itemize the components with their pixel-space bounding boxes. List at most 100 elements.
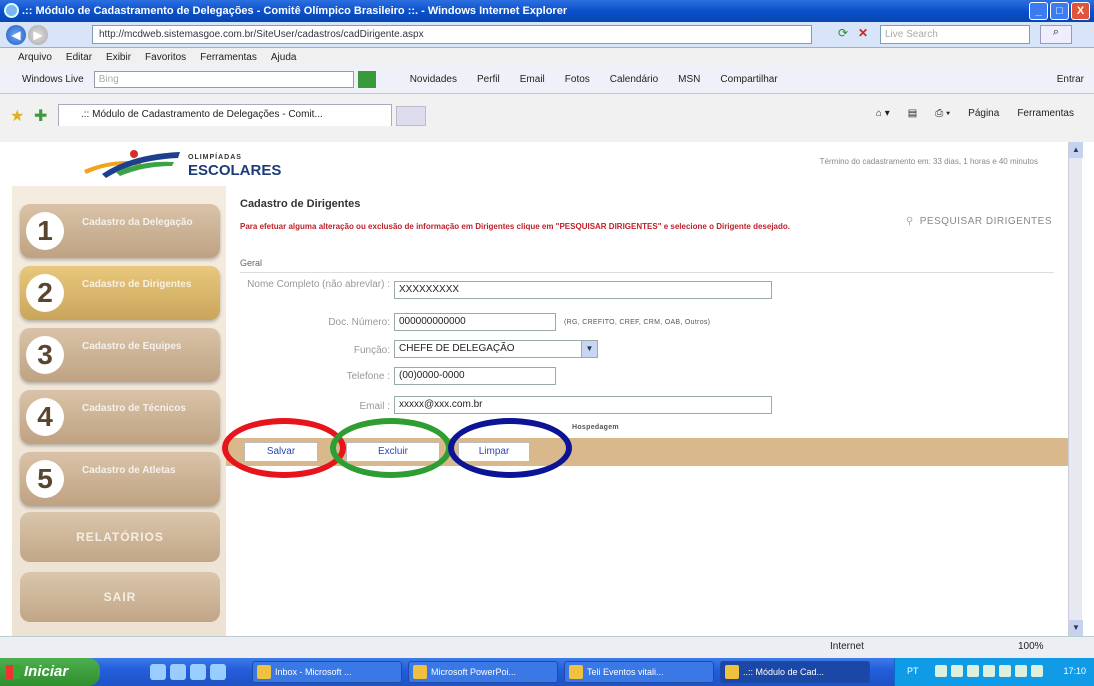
step-1-delegacao[interactable]: 1 Cadastro da Delegação (20, 204, 220, 258)
web-page: OLIMPÍADAS ESCOLARES Término do cadastra… (12, 142, 1083, 636)
doc-label: Doc. Número: (328, 317, 390, 328)
language-indicator[interactable]: PT (907, 666, 919, 676)
funcao-value: CHEFE DE DELEGAÇÃO (399, 343, 515, 354)
tray-icons (935, 665, 1043, 677)
section-geral: Geral (240, 258, 263, 268)
step-3-equipes[interactable]: 3 Cadastro de Equipes (20, 328, 220, 382)
scroll-down-icon[interactable]: ▼ (1069, 620, 1083, 636)
start-button[interactable]: Iniciar (0, 658, 100, 686)
email-label: Email : (359, 401, 390, 412)
print-icon[interactable]: ⎙ ▾ (935, 108, 950, 119)
command-bar: ⌂ ▾ ▤ ⎙ ▾ Página Ferramentas (876, 108, 1074, 119)
window-controls: _ □ X (1029, 2, 1090, 20)
vertical-scrollbar[interactable]: ▲ ▼ (1068, 142, 1083, 636)
live-fotos[interactable]: Fotos (565, 74, 590, 85)
tray-icon[interactable] (999, 665, 1011, 677)
close-button[interactable]: X (1071, 2, 1090, 20)
forward-icon[interactable]: ▶ (28, 24, 48, 45)
zoom-level[interactable]: 100% (1018, 641, 1044, 652)
telefone-input[interactable]: (00)0000-0000 (394, 367, 556, 385)
magnifier-icon: ⚲ (905, 216, 914, 227)
step-label: Cadastro da Delegação (82, 217, 193, 228)
internet-zone: Internet (830, 641, 864, 652)
olimpiadas-logo (84, 150, 180, 178)
media-icon[interactable] (190, 664, 206, 680)
page-menu[interactable]: Página (968, 108, 999, 119)
windows-flag-icon (6, 665, 20, 679)
back-icon[interactable]: ◀ (6, 24, 26, 45)
step-number: 5 (26, 460, 64, 498)
tabs-bar: ★ ✚ .:: Módulo de Cadastramento de Deleg… (0, 94, 1094, 142)
sair-button[interactable]: SAIR (20, 572, 220, 622)
favorites-star-icon[interactable]: ★ (10, 106, 24, 126)
chevron-down-icon: ▼ (581, 341, 597, 357)
status-bar: Internet 100% (0, 636, 1094, 658)
step-4-tecnicos[interactable]: 4 Cadastro de Técnicos (20, 390, 220, 444)
tools-menu[interactable]: Ferramentas (1017, 108, 1074, 119)
tray-icon[interactable] (967, 665, 979, 677)
logo-small-text: OLIMPÍADAS (188, 154, 242, 161)
delete-highlight-circle (330, 418, 452, 478)
menu-ajuda[interactable]: Ajuda (271, 52, 297, 63)
stop-icon[interactable]: ✕ (858, 26, 874, 42)
tray-icon[interactable] (1015, 665, 1027, 677)
refresh-icon[interactable]: ⟳ (838, 26, 854, 42)
task-modulo[interactable]: ..:: Módulo de Cad... (720, 661, 870, 683)
scroll-up-icon[interactable]: ▲ (1069, 142, 1083, 158)
funcao-select[interactable]: CHEFE DE DELEGAÇÃO ▼ (394, 340, 598, 358)
search-icon[interactable]: ⌕ (1040, 25, 1072, 44)
menu-editar[interactable]: Editar (66, 52, 92, 63)
email-field[interactable]: xxxxx@xxx.com.br (394, 396, 772, 414)
save-highlight-circle (222, 418, 346, 478)
form-content: Cadastro de Dirigentes Para efetuar algu… (222, 186, 1068, 636)
step-2-dirigentes[interactable]: 2 Cadastro de Dirigentes (20, 266, 220, 320)
logo-big-text: ESCOLARES (188, 162, 282, 179)
hospedagem-label: Hospedagem (572, 424, 619, 431)
live-email[interactable]: Email (520, 74, 545, 85)
window-title: .:: Módulo de Cadastramento de Delegaçõe… (22, 5, 568, 17)
entrar-link[interactable]: Entrar (1057, 74, 1084, 85)
windows-live-label[interactable]: Windows Live (22, 74, 84, 85)
task-label: Teli Eventos vitali... (587, 667, 664, 677)
relatorios-button[interactable]: RELATÓRIOS (20, 512, 220, 562)
add-favorite-icon[interactable]: ✚ (34, 106, 47, 126)
menu-exibir[interactable]: Exibir (106, 52, 131, 63)
clear-highlight-circle (448, 418, 572, 478)
tray-icon[interactable] (951, 665, 963, 677)
feed-icon[interactable]: ▤ (908, 108, 917, 119)
outlook-icon[interactable] (210, 664, 226, 680)
search-dirigentes-label: PESQUISAR DIRIGENTES (919, 216, 1052, 227)
doc-input[interactable]: 000000000000 (394, 313, 556, 331)
task-eventos[interactable]: Teli Eventos vitali... (564, 661, 714, 683)
tray-icon[interactable] (1031, 665, 1043, 677)
task-powerpoint[interactable]: Microsoft PowerPoi... (408, 661, 558, 683)
step-number: 4 (26, 398, 64, 436)
tray-icon[interactable] (983, 665, 995, 677)
live-perfil[interactable]: Perfil (477, 74, 500, 85)
address-input[interactable]: http://mcdweb.sistemasgoe.com.br/SiteUse… (92, 25, 812, 44)
task-label: Inbox - Microsoft ... (275, 667, 352, 677)
task-inbox[interactable]: Inbox - Microsoft ... (252, 661, 402, 683)
step-5-atletas[interactable]: 5 Cadastro de Atletas (20, 452, 220, 506)
menu-favoritos[interactable]: Favoritos (145, 52, 186, 63)
bing-search-input[interactable]: Bing (93, 71, 354, 88)
ie-quick-icon[interactable] (170, 664, 186, 680)
menu-arquivo[interactable]: Arquivo (18, 52, 52, 63)
doc-hint: (RG, CREFITO, CREF, CRM, OAB, Outros) (564, 319, 711, 326)
bing-go-icon[interactable] (357, 71, 376, 88)
minimize-button[interactable]: _ (1029, 2, 1048, 20)
maximize-button[interactable]: □ (1050, 2, 1069, 20)
live-compartilhar[interactable]: Compartilhar (720, 74, 777, 85)
live-calendario[interactable]: Calendário (610, 74, 658, 85)
search-dirigentes-link[interactable]: ⚲ PESQUISAR DIRIGENTES (906, 216, 1052, 227)
nome-input[interactable]: XXXXXXXXX (394, 281, 772, 299)
desktop-icon[interactable] (150, 664, 166, 680)
live-novidades[interactable]: Novidades (410, 74, 457, 85)
tab-modulo-cadastramento[interactable]: .:: Módulo de Cadastramento de Delegaçõe… (58, 104, 392, 126)
menu-ferramentas[interactable]: Ferramentas (200, 52, 257, 63)
new-tab-button[interactable] (396, 106, 426, 126)
tray-icon[interactable] (935, 665, 947, 677)
live-msn[interactable]: MSN (678, 74, 700, 85)
home-icon[interactable]: ⌂ ▾ (876, 108, 890, 119)
live-search-input[interactable]: Live Search (880, 25, 1030, 44)
